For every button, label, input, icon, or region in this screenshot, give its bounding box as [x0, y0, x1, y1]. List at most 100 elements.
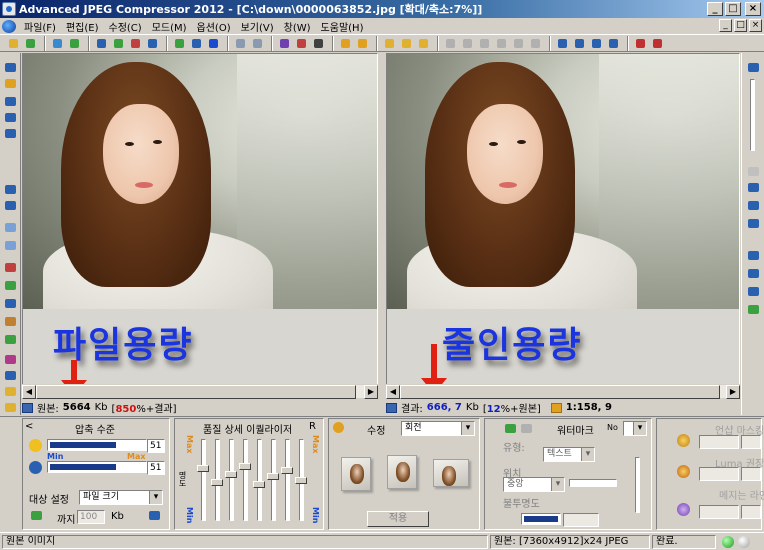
layout-split-icon[interactable]: [746, 267, 761, 280]
watermark-icon[interactable]: [503, 422, 518, 435]
layout-vertical-icon[interactable]: [555, 36, 570, 51]
zoom-in-icon[interactable]: [746, 61, 761, 74]
rotate-right-thumbnail[interactable]: [387, 455, 417, 489]
zoom-slider-thumb-icon[interactable]: [746, 165, 761, 178]
scroll-left-button[interactable]: ◀: [386, 385, 400, 399]
crop-icon[interactable]: [277, 36, 292, 51]
apply-button[interactable]: 적용: [367, 511, 429, 527]
unsharp-amount-field[interactable]: [699, 435, 739, 449]
zoom-out-icon[interactable]: [746, 181, 761, 194]
download-icon[interactable]: [172, 36, 187, 51]
select-ellipse-icon[interactable]: [460, 36, 475, 51]
info-icon[interactable]: [189, 36, 204, 51]
unsharp-radius-value[interactable]: [741, 467, 761, 481]
pan-icon[interactable]: [416, 36, 431, 51]
color-bars-icon[interactable]: [3, 279, 18, 292]
print-icon[interactable]: [128, 36, 143, 51]
flip-thumbnail[interactable]: [433, 459, 469, 487]
zoom-actual-icon[interactable]: [746, 199, 761, 212]
eq-band-7-thumb[interactable]: [281, 467, 293, 474]
paste-icon[interactable]: [528, 36, 543, 51]
menu-options[interactable]: 옵션(O): [192, 19, 236, 34]
fit-icon[interactable]: [233, 36, 248, 51]
select-free-icon[interactable]: [477, 36, 492, 51]
rotate-left-thumbnail[interactable]: [341, 457, 371, 491]
scroll-left-button[interactable]: ◀: [22, 385, 36, 399]
compression-value-1[interactable]: 51: [147, 439, 165, 453]
hand-icon[interactable]: [382, 36, 397, 51]
watermark-offset-slider[interactable]: [569, 479, 617, 487]
pointer-icon[interactable]: [3, 401, 18, 414]
eq-band-1[interactable]: [201, 439, 206, 521]
histogram-icon[interactable]: [3, 261, 18, 274]
unsharp-threshold-field[interactable]: [699, 505, 739, 519]
until-value[interactable]: 100: [77, 510, 105, 524]
zoom-window-icon[interactable]: [3, 111, 18, 124]
target-select[interactable]: 파일 크기: [79, 490, 163, 505]
palette-icon[interactable]: [3, 353, 18, 366]
wand-icon[interactable]: [3, 77, 18, 90]
watermark-type-select[interactable]: 텍스트: [543, 447, 595, 462]
watermark-opacity-field[interactable]: [563, 513, 599, 527]
settings-icon[interactable]: [145, 36, 160, 51]
result-hscrollbar[interactable]: ◀ ▶: [386, 384, 740, 399]
menu-file[interactable]: 파일(F): [19, 19, 61, 34]
original-hscrollbar[interactable]: ◀ ▶: [22, 384, 378, 399]
target-icon[interactable]: [29, 509, 44, 522]
mdi-close-button[interactable]: ×: [749, 19, 762, 32]
menu-help[interactable]: 도움말(H): [316, 19, 369, 34]
unsharp-radius-icon[interactable]: [677, 465, 690, 478]
open-icon[interactable]: [6, 36, 21, 51]
export-icon[interactable]: [650, 36, 665, 51]
edit-icon[interactable]: [338, 36, 353, 51]
menu-edit[interactable]: 편집(E): [61, 19, 104, 34]
grid-icon[interactable]: [3, 221, 18, 234]
batch-icon[interactable]: [94, 36, 109, 51]
apply-target-icon[interactable]: [147, 509, 162, 522]
scroll-right-button[interactable]: ▶: [364, 385, 378, 399]
eq-band-3-thumb[interactable]: [225, 471, 237, 478]
unsharp-sun-icon[interactable]: [677, 434, 690, 447]
eq-band-2-thumb[interactable]: [211, 479, 223, 486]
channels-icon[interactable]: [3, 297, 18, 310]
curves-icon[interactable]: [3, 333, 18, 346]
eq-band-4-thumb[interactable]: [239, 463, 251, 470]
compression-slider-2[interactable]: [47, 461, 147, 473]
zoom-fit-icon[interactable]: [3, 95, 18, 108]
maximize-button[interactable]: □: [725, 2, 741, 16]
close-button[interactable]: ×: [745, 2, 761, 16]
zoom-100-icon[interactable]: [746, 217, 761, 230]
mdi-minimize-button[interactable]: _: [719, 19, 732, 32]
copy-icon[interactable]: [511, 36, 526, 51]
globe-icon[interactable]: [2, 19, 16, 33]
actual-size-icon[interactable]: [250, 36, 265, 51]
open-folder-icon[interactable]: [23, 36, 38, 51]
refresh-icon[interactable]: [50, 36, 65, 51]
eq-band-3[interactable]: [229, 439, 234, 521]
eq-band-5[interactable]: [257, 439, 262, 521]
eq-band-6[interactable]: [271, 439, 276, 521]
help-icon[interactable]: [206, 36, 221, 51]
minimize-button[interactable]: _: [707, 2, 723, 16]
zoom-out-icon[interactable]: [3, 127, 18, 140]
result-image-pane[interactable]: 줄인용량: [386, 53, 740, 398]
menu-view[interactable]: 보기(V): [236, 19, 279, 34]
watermark-position-select[interactable]: 중앙: [503, 477, 565, 492]
pencil-icon[interactable]: [3, 385, 18, 398]
zoom-track[interactable]: [750, 79, 755, 151]
sync-icon[interactable]: [746, 303, 761, 316]
menu-window[interactable]: 창(W): [279, 19, 316, 34]
layout-bottom-icon[interactable]: [746, 285, 761, 298]
compression-value-2[interactable]: 51: [147, 461, 165, 475]
zoom-in-icon[interactable]: [3, 61, 18, 74]
eq-band-7[interactable]: [285, 439, 290, 521]
eq-band-4[interactable]: [243, 439, 248, 521]
resize-icon[interactable]: [294, 36, 309, 51]
layout-horizontal-icon[interactable]: [572, 36, 587, 51]
watermark-no-select[interactable]: [623, 421, 647, 436]
scroll-thumb[interactable]: [36, 385, 356, 399]
convert-icon[interactable]: [111, 36, 126, 51]
note-icon[interactable]: [355, 36, 370, 51]
zoom-hand-icon[interactable]: [399, 36, 414, 51]
layout-list-icon[interactable]: [606, 36, 621, 51]
